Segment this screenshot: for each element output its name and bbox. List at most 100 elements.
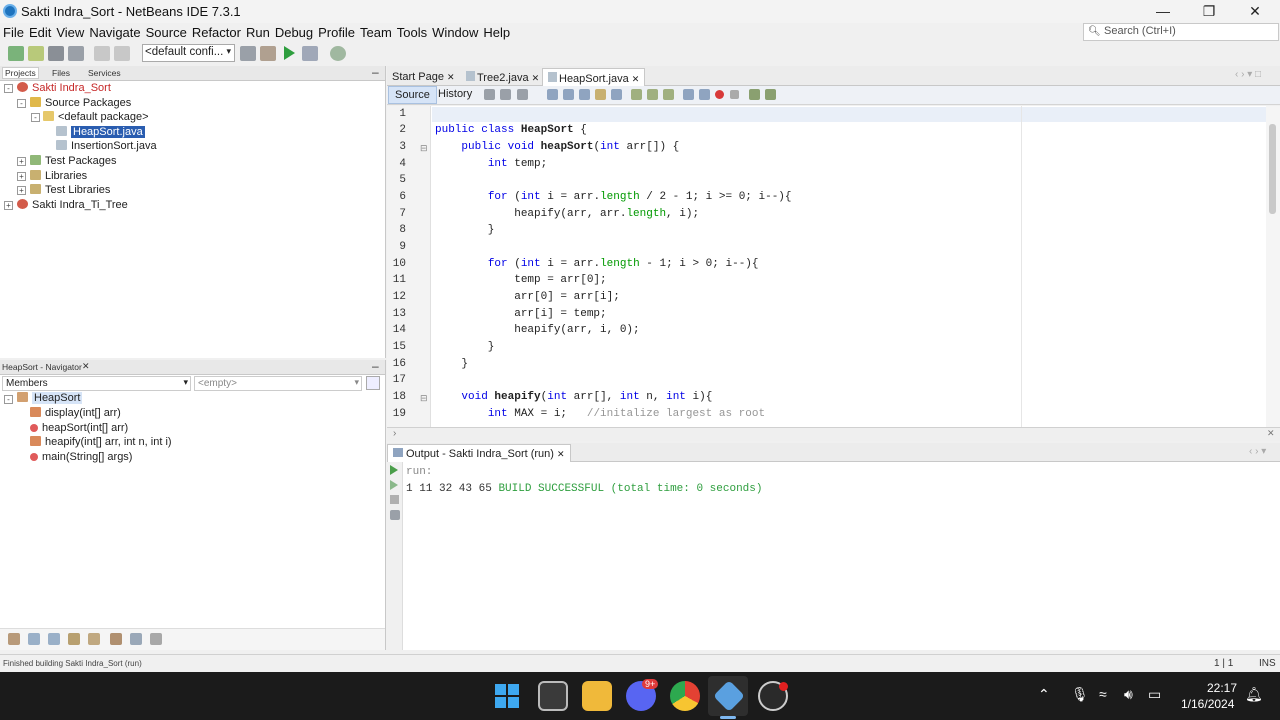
editor-vertical-scrollbar[interactable] [1266, 106, 1280, 427]
navigator-member[interactable]: heapSort(int[] arr) [30, 422, 128, 434]
scrollbar-thumb[interactable] [1269, 124, 1276, 214]
previous-bookmark-icon[interactable] [631, 89, 642, 100]
close-button[interactable]: ✕ [1232, 0, 1278, 23]
menu-navigate[interactable]: Navigate [86, 23, 142, 40]
code-editor[interactable]: 1 2 3 4 5 6 7 8 9 10 11 12 13 14 15 16 1… [387, 106, 1280, 427]
filter-icon[interactable] [48, 633, 60, 645]
sort-icon[interactable] [130, 633, 142, 645]
menu-profile[interactable]: Profile [315, 23, 357, 40]
tree-libraries[interactable]: Libraries [30, 170, 87, 182]
next-bookmark-icon[interactable] [647, 89, 658, 100]
navigator-member[interactable]: heapify(int[] arr, int n, int i) [30, 436, 172, 448]
menu-refactor[interactable]: Refactor [189, 23, 243, 40]
close-icon[interactable]: ✕ [1267, 428, 1275, 439]
navigator-member[interactable]: main(String[] args) [30, 451, 132, 463]
navigator-class[interactable]: HeapSort [17, 392, 83, 404]
tab-start-page[interactable]: Start Page ✕ [387, 68, 460, 86]
close-icon[interactable]: ✕ [82, 361, 90, 372]
tree-file-heapsort[interactable]: HeapSort.java [56, 126, 145, 138]
redo-icon[interactable] [114, 46, 130, 61]
shift-right-icon[interactable] [699, 89, 710, 100]
tree-test-libraries[interactable]: Test Libraries [30, 184, 110, 196]
menu-file[interactable]: File [0, 23, 26, 40]
find-previous-icon[interactable] [563, 89, 574, 100]
file-explorer-icon[interactable] [582, 681, 612, 711]
tab-heapsort[interactable]: HeapSort.java ✕ [542, 68, 646, 86]
tree-test-packages[interactable]: Test Packages [30, 155, 117, 167]
tab-tree2[interactable]: Tree2.java ✕ [461, 68, 544, 86]
filter-icon[interactable] [68, 633, 80, 645]
stop-macro-icon[interactable] [730, 90, 739, 99]
clean-build-icon[interactable] [260, 46, 276, 61]
profile-icon[interactable] [330, 46, 346, 61]
close-icon[interactable]: ✕ [447, 72, 455, 82]
tab-services[interactable]: Services [88, 68, 121, 78]
minimize-button[interactable]: — [1140, 0, 1186, 23]
maximize-button[interactable]: ❐ [1186, 0, 1232, 23]
new-file-icon[interactable] [28, 46, 44, 61]
filter-icon[interactable] [28, 633, 40, 645]
fold-icon[interactable]: ⊟ [420, 143, 428, 154]
settings-icon[interactable] [390, 510, 400, 520]
rerun-icon[interactable] [390, 465, 398, 475]
menu-debug[interactable]: Debug [272, 23, 315, 40]
search-input[interactable]: 🔍︎ Search (Ctrl+I) [1083, 23, 1279, 41]
fold-icon[interactable]: ⊟ [420, 393, 428, 404]
undo-icon[interactable] [94, 46, 110, 61]
sort-icon[interactable] [110, 633, 122, 645]
expand-icon[interactable]: + [17, 172, 26, 181]
comment-icon[interactable] [749, 89, 760, 100]
close-icon[interactable]: ✕ [557, 449, 565, 459]
windows-start-icon[interactable] [495, 684, 519, 708]
battery-icon[interactable]: ▭ [1148, 686, 1161, 703]
microphone-icon[interactable]: 🎙︎ [1071, 686, 1089, 703]
task-view-icon[interactable] [538, 681, 568, 711]
configuration-select[interactable]: <default confi... ▾ [142, 44, 235, 62]
new-project-icon[interactable] [8, 46, 24, 61]
tree-project-tree[interactable]: Sakti Indra_Ti_Tree [17, 199, 128, 211]
tab-scroll-icon[interactable]: ‹ › ▾ □ [1235, 69, 1261, 80]
save-all-icon[interactable] [68, 46, 84, 61]
tab-files[interactable]: Files [52, 68, 70, 78]
wifi-icon[interactable]: ≈ [1099, 686, 1107, 702]
forward-icon[interactable] [517, 89, 528, 100]
shift-left-icon[interactable] [683, 89, 694, 100]
expand-icon[interactable]: + [17, 157, 26, 166]
uncomment-icon[interactable] [765, 89, 776, 100]
close-icon[interactable]: ✕ [532, 73, 540, 83]
tree-file-insertionsort[interactable]: InsertionSort.java [56, 140, 157, 152]
tab-navigator[interactable]: HeapSort - Navigator [2, 362, 82, 372]
expand-icon[interactable]: + [4, 201, 13, 210]
minimize-panel-icon[interactable]: – [372, 359, 379, 373]
tree-source-packages[interactable]: Source Packages [30, 97, 131, 109]
filter-icon[interactable] [8, 633, 20, 645]
menu-view[interactable]: View [53, 23, 86, 40]
collapse-icon[interactable]: - [17, 99, 26, 108]
source-button[interactable]: Source [388, 86, 437, 104]
find-next-icon[interactable] [579, 89, 590, 100]
tab-output[interactable]: Output - Sakti Indra_Sort (run) ✕ [387, 444, 571, 462]
minimize-panel-icon[interactable]: – [372, 65, 379, 79]
collapse-icon[interactable]: - [31, 113, 40, 122]
run-icon[interactable] [284, 46, 295, 60]
debug-icon[interactable] [302, 46, 318, 61]
chevron-up-icon[interactable]: ⌃ [1038, 686, 1050, 703]
notification-bell-icon[interactable]: 🔔︎ [1245, 686, 1263, 703]
sort-icon[interactable] [150, 633, 162, 645]
last-edit-icon[interactable] [484, 89, 495, 100]
menu-edit[interactable]: Edit [26, 23, 53, 40]
menu-run[interactable]: Run [243, 23, 272, 40]
toggle-bookmark-icon[interactable] [663, 89, 674, 100]
editor-horizontal-scrollbar[interactable]: › ✕ [387, 427, 1280, 441]
find-icon[interactable] [547, 89, 558, 100]
menu-window[interactable]: Window [429, 23, 480, 40]
close-icon[interactable]: ✕ [632, 74, 640, 84]
expand-icon[interactable]: + [17, 186, 26, 195]
open-project-icon[interactable] [48, 46, 64, 61]
members-select[interactable]: Members ▾ [2, 376, 191, 391]
tab-scroll-icon[interactable]: ‹ › ▾ [1249, 446, 1266, 457]
output-panel[interactable]: run: 1 11 32 43 65 BUILD SUCCESSFUL (tot… [387, 462, 1280, 650]
stop-icon[interactable] [390, 495, 399, 504]
tree-default-package[interactable]: <default package> [43, 111, 149, 123]
history-button[interactable]: History [432, 86, 478, 104]
